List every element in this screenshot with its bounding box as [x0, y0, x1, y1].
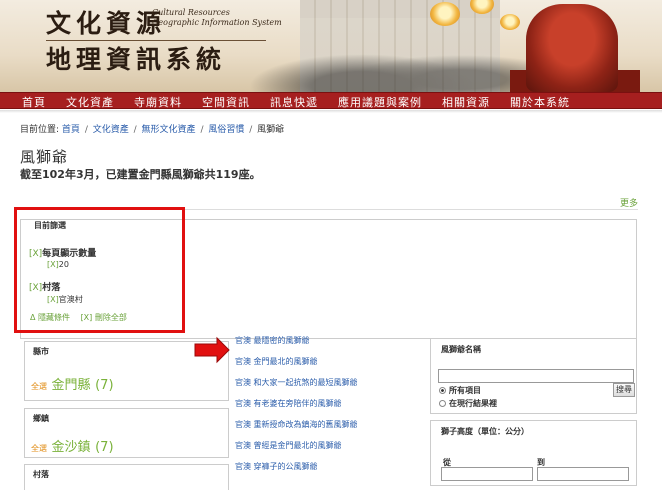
- facet-option: 全選 金門縣 (7): [31, 374, 114, 393]
- radio-icon: [439, 400, 446, 407]
- facet-select-all-link[interactable]: 全選: [31, 444, 47, 453]
- facet-value-link[interactable]: 金沙鎮: [52, 440, 91, 455]
- highlight-box: [14, 207, 185, 333]
- nav-item-cultural-assets[interactable]: 文化資產: [66, 94, 114, 110]
- facet-village: 村落: [24, 464, 229, 490]
- breadcrumb-separator: /: [200, 125, 204, 135]
- page-subtitle: 截至102年3月，已建置金門縣風獅爺共119座。: [20, 168, 261, 181]
- breadcrumb-separator: /: [249, 125, 253, 135]
- facet-count: (7): [95, 378, 114, 393]
- page-title: 風獅爺: [20, 148, 69, 166]
- result-link[interactable]: 官澳 重新授命改為鎮海的舊風獅爺: [235, 419, 358, 430]
- nav-item-temple-data[interactable]: 寺廟資料: [134, 94, 182, 110]
- facet-title: 村落: [33, 470, 49, 479]
- height-range-title: 獅子高度（單位：公分）: [441, 427, 529, 436]
- result-link[interactable]: 官澳 和大家一起抗煞的最短風獅爺: [235, 377, 358, 388]
- nav-item-news[interactable]: 訊息快遞: [270, 94, 318, 110]
- radio-icon: [439, 387, 446, 394]
- breadcrumb-current: 風獅爺: [257, 125, 285, 135]
- height-from-input[interactable]: [441, 467, 533, 481]
- site-logo-title-line2[interactable]: 地理資訊系統: [46, 40, 226, 76]
- facet-count: (7): [95, 440, 114, 455]
- nav-item-applications[interactable]: 應用議題與案例: [338, 94, 422, 110]
- result-link[interactable]: 官澳 金門最北的風獅爺: [235, 356, 318, 367]
- name-search-title: 風獅爺名稱: [441, 345, 481, 354]
- site-logo-subtitle-line2: Geographic Information System: [152, 18, 282, 27]
- nav-item-resources[interactable]: 相關資源: [442, 94, 490, 110]
- breadcrumb-link-intangible[interactable]: 無形文化資產: [142, 125, 196, 135]
- breadcrumb-prefix: 目前位置:: [20, 125, 60, 135]
- nav-item-spatial-info[interactable]: 空間資訊: [202, 94, 250, 110]
- result-link[interactable]: 官澳 最隱密的風獅爺: [235, 335, 310, 346]
- radio-label: 在現行結果裡: [449, 399, 497, 408]
- facet-township: 鄉鎮 全選 金沙鎮 (7): [24, 408, 229, 458]
- facet-title: 縣市: [33, 347, 49, 356]
- facet-title: 鄉鎮: [33, 414, 49, 423]
- search-button[interactable]: 搜尋: [613, 383, 635, 397]
- red-arrow-icon: [194, 336, 230, 364]
- result-link[interactable]: 官澳 穿褲子的公風獅爺: [235, 461, 318, 472]
- radio-label: 所有項目: [449, 386, 481, 395]
- nav-item-home[interactable]: 首頁: [22, 94, 46, 110]
- height-range-panel: 獅子高度（單位：公分） 從 到: [430, 420, 637, 486]
- lantern-icon: [430, 2, 460, 26]
- facet-option: 全選 金沙鎮 (7): [31, 436, 114, 455]
- wind-lion-statue-image: [526, 4, 618, 92]
- main-nav: 首頁 文化資產 寺廟資料 空間資訊 訊息快遞 應用議題與案例 相關資源 關於本系…: [0, 92, 662, 109]
- breadcrumb-link-customs[interactable]: 風俗習慣: [208, 125, 244, 135]
- breadcrumb-separator: /: [133, 125, 137, 135]
- breadcrumb-separator: /: [84, 125, 88, 135]
- height-to-input[interactable]: [537, 467, 629, 481]
- result-link[interactable]: 官澳 曾經是金門最北的風獅爺: [235, 440, 342, 451]
- lantern-icon: [500, 14, 520, 30]
- nav-shadow: [0, 110, 662, 113]
- breadcrumb-link-home[interactable]: 首頁: [62, 125, 80, 135]
- result-link[interactable]: 官澳 有老婆在旁陪伴的風獅爺: [235, 398, 342, 409]
- search-scope-all[interactable]: 所有項目: [439, 385, 481, 396]
- name-search-panel: 風獅爺名稱 搜尋 所有項目 在現行結果裡: [430, 338, 637, 414]
- nav-item-about[interactable]: 關於本系統: [510, 94, 570, 110]
- facet-value-link[interactable]: 金門縣: [52, 378, 91, 393]
- breadcrumb: 目前位置: 首頁 / 文化資產 / 無形文化資產 / 風俗習慣 / 風獅爺: [20, 122, 284, 135]
- facet-select-all-link[interactable]: 全選: [31, 382, 47, 391]
- breadcrumb-link-cultural-assets[interactable]: 文化資產: [93, 125, 129, 135]
- more-link[interactable]: 更多: [620, 196, 638, 209]
- name-search-input[interactable]: [438, 369, 634, 383]
- site-banner: 文化資源 地理資訊系統 Cultural Resources Geographi…: [0, 0, 662, 92]
- site-logo-title-line1[interactable]: 文化資源: [46, 4, 166, 40]
- site-logo-subtitle-line1: Cultural Resources: [152, 8, 230, 17]
- search-scope-current[interactable]: 在現行結果裡: [439, 398, 497, 409]
